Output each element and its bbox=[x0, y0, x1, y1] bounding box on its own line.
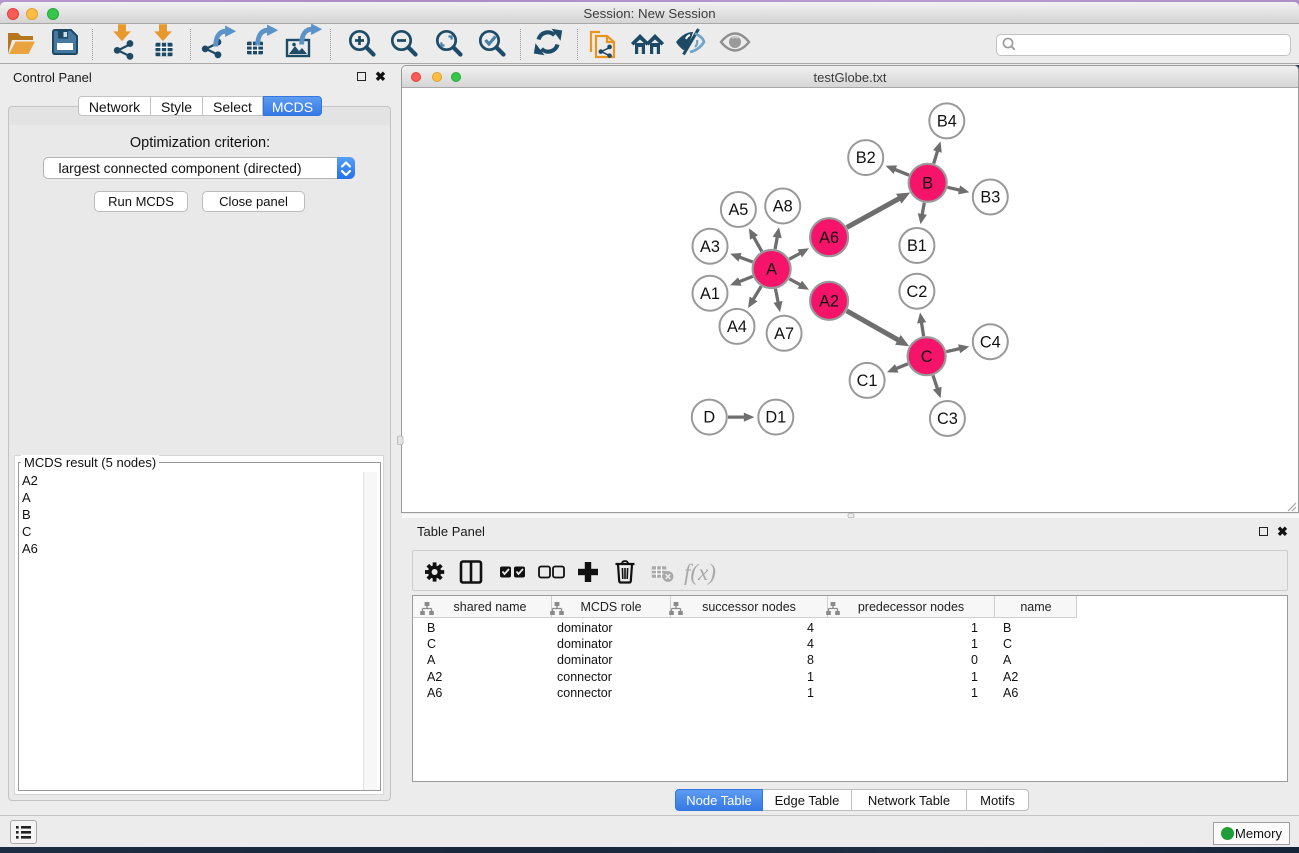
svg-text:C3: C3 bbox=[937, 410, 958, 428]
svg-text:C: C bbox=[921, 348, 933, 366]
svg-text:A3: A3 bbox=[700, 238, 720, 256]
svg-text:A5: A5 bbox=[728, 201, 748, 219]
svg-text:A8: A8 bbox=[773, 198, 793, 216]
svg-text:B3: B3 bbox=[980, 189, 1000, 207]
svg-text:A6: A6 bbox=[819, 229, 839, 247]
svg-text:B2: B2 bbox=[856, 149, 876, 167]
svg-text:C2: C2 bbox=[906, 283, 927, 301]
svg-text:B4: B4 bbox=[937, 113, 957, 131]
svg-text:D: D bbox=[703, 409, 715, 427]
svg-text:A4: A4 bbox=[727, 318, 747, 336]
svg-text:B1: B1 bbox=[907, 237, 927, 255]
svg-text:A1: A1 bbox=[700, 285, 720, 303]
svg-text:C4: C4 bbox=[980, 333, 1001, 351]
svg-text:D1: D1 bbox=[765, 409, 786, 427]
svg-text:A7: A7 bbox=[774, 325, 794, 343]
svg-text:A2: A2 bbox=[819, 292, 839, 310]
svg-text:B: B bbox=[922, 174, 933, 192]
svg-text:A: A bbox=[766, 261, 777, 279]
svg-text:C1: C1 bbox=[857, 372, 878, 390]
